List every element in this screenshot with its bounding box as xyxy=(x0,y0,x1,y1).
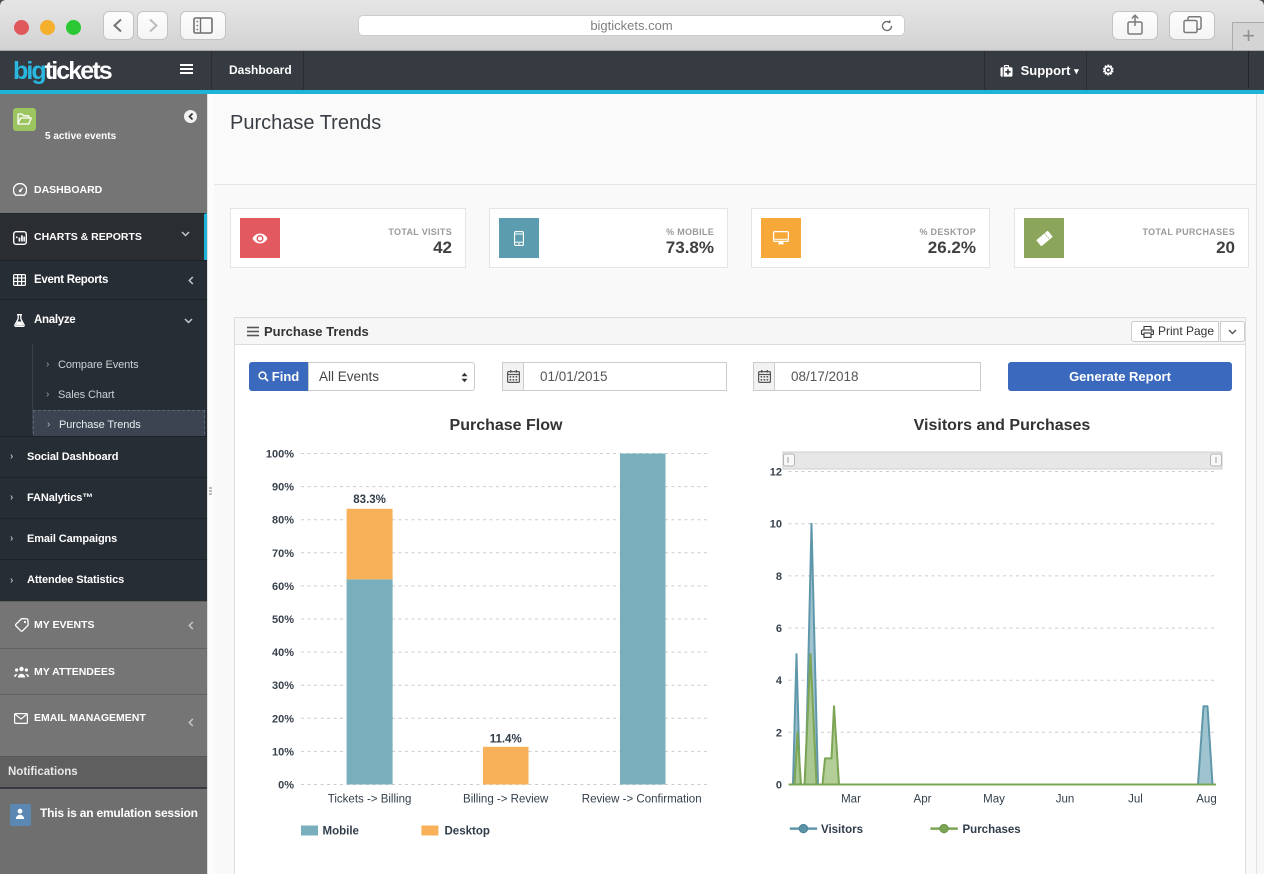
svg-text:8: 8 xyxy=(776,571,782,583)
svg-text:Jul: Jul xyxy=(1128,794,1143,806)
svg-text:Aug: Aug xyxy=(1196,794,1216,806)
svg-text:Apr: Apr xyxy=(914,794,932,806)
svg-text:May: May xyxy=(983,794,1005,806)
svg-text:20%: 20% xyxy=(272,713,294,725)
svg-text:30%: 30% xyxy=(272,680,294,692)
svg-text:12: 12 xyxy=(770,467,782,479)
svg-text:80%: 80% xyxy=(272,515,294,527)
svg-text:Visitors: Visitors xyxy=(821,824,863,836)
svg-text:10%: 10% xyxy=(272,746,294,758)
svg-text:Mar: Mar xyxy=(841,794,861,806)
svg-text:60%: 60% xyxy=(272,581,294,593)
svg-text:Billing -> Review: Billing -> Review xyxy=(463,794,549,806)
svg-text:Jun: Jun xyxy=(1056,794,1075,806)
svg-text:Tickets -> Billing: Tickets -> Billing xyxy=(328,794,412,806)
svg-text:100%: 100% xyxy=(266,449,294,461)
svg-text:2: 2 xyxy=(776,727,782,739)
svg-text:Mobile: Mobile xyxy=(323,826,359,838)
svg-text:50%: 50% xyxy=(272,614,294,626)
svg-text:6: 6 xyxy=(776,623,782,635)
svg-text:40%: 40% xyxy=(272,647,294,659)
svg-text:10: 10 xyxy=(770,519,782,531)
svg-text:90%: 90% xyxy=(272,482,294,494)
svg-text:0: 0 xyxy=(776,780,782,792)
svg-text:4: 4 xyxy=(776,675,783,687)
svg-text:83.3%: 83.3% xyxy=(353,494,386,506)
svg-text:70%: 70% xyxy=(272,548,294,560)
svg-text:11.4%: 11.4% xyxy=(490,733,522,745)
svg-text:0%: 0% xyxy=(278,780,294,792)
svg-text:Purchases: Purchases xyxy=(963,824,1021,836)
svg-text:Purchase Flow: Purchase Flow xyxy=(450,417,563,434)
svg-text:Visitors and Purchases: Visitors and Purchases xyxy=(914,417,1091,434)
svg-text:Desktop: Desktop xyxy=(445,826,490,838)
svg-text:Review -> Confirmation: Review -> Confirmation xyxy=(582,794,702,806)
